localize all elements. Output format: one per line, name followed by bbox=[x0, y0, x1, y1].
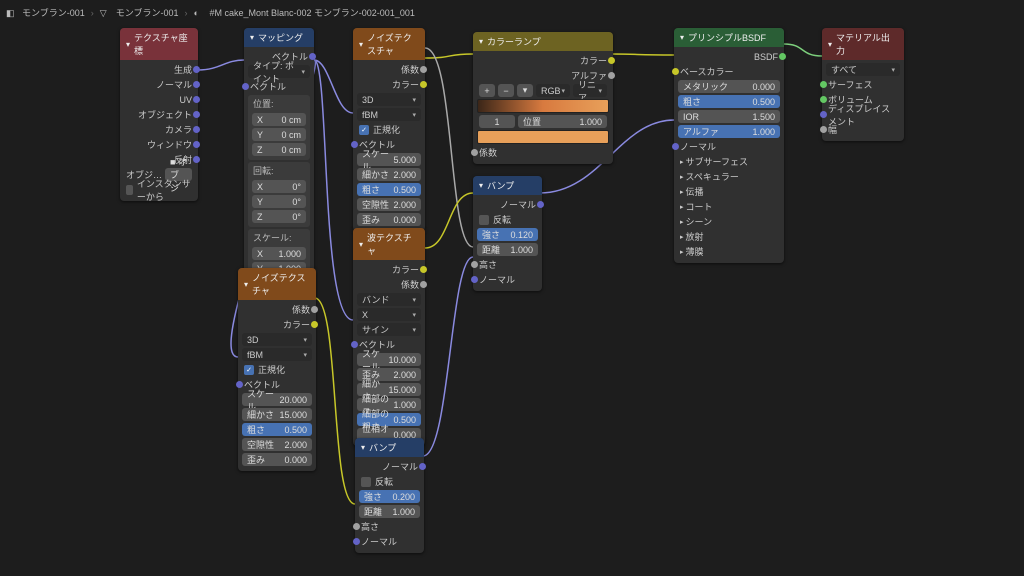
node-header[interactable]: バンプ bbox=[355, 438, 424, 457]
drop-sheen[interactable]: シーン bbox=[686, 215, 713, 228]
f-dist[interactable]: 歪み0.000 bbox=[357, 213, 421, 226]
out-vector: ベクトル bbox=[272, 50, 308, 63]
ramp-pos[interactable]: 位置1.000 bbox=[518, 115, 607, 128]
invert-checkbox[interactable] bbox=[361, 477, 371, 487]
node-header[interactable]: マッピング bbox=[244, 28, 314, 47]
node-principled-bsdf[interactable]: プリンシプルBSDF BSDF ベースカラー メタリック0.000 粗さ0.50… bbox=[674, 28, 784, 263]
node-header[interactable]: ノイズテクスチャ bbox=[353, 28, 425, 60]
node-canvas[interactable]: テクスチャ座標 生成 ノーマル UV オブジェクト カメラ ウィンドウ 反射 オ… bbox=[0, 0, 1024, 576]
node-header[interactable]: バンプ bbox=[473, 176, 542, 195]
out-normal: ノーマル bbox=[156, 78, 192, 91]
node-color-ramp[interactable]: カラーランプ カラー アルファ + − ▾ RGB リニア 1 位置1.000 … bbox=[473, 32, 613, 164]
wave-sel-1[interactable]: X bbox=[357, 308, 421, 321]
node-bump-1[interactable]: バンプ ノーマル 反転 強さ0.120 距離1.000 高さ ノーマル bbox=[473, 176, 542, 291]
node-header[interactable]: カラーランプ bbox=[473, 32, 613, 51]
out-generated: 生成 bbox=[174, 63, 192, 76]
drop-thinfilm[interactable]: 薄膜 bbox=[686, 245, 704, 258]
out-color: カラー bbox=[392, 78, 419, 91]
type-select[interactable]: fBM bbox=[357, 108, 421, 121]
node-header[interactable]: テクスチャ座標 bbox=[120, 28, 198, 60]
drop-specular[interactable]: スペキュラー bbox=[686, 170, 739, 183]
node-header[interactable]: ノイズテクスチャ bbox=[238, 268, 316, 300]
drop-subsurface[interactable]: サブサーフェス bbox=[686, 155, 748, 168]
target-select[interactable]: すべて bbox=[826, 63, 900, 76]
invert-checkbox[interactable] bbox=[479, 215, 489, 225]
node-noise-texture-2[interactable]: ノイズテクスチャ 係数 カラー 3D fBM ✓正規化 ベクトル スケール20.… bbox=[238, 268, 316, 471]
node-mapping[interactable]: マッピング ベクトル タイプ: ポイント ベクトル 位置: X0 cm Y0 c… bbox=[244, 28, 314, 299]
out-uv: UV bbox=[179, 95, 192, 105]
drop-coat[interactable]: コート bbox=[686, 200, 713, 213]
f-detail[interactable]: 細かさ2.000 bbox=[357, 168, 421, 181]
rot-y[interactable]: Y0° bbox=[252, 195, 306, 208]
node-noise-texture-1[interactable]: ノイズテクスチャ 係数 カラー 3D fBM ✓正規化 ベクトル スケール5.0… bbox=[353, 28, 425, 231]
scl-x[interactable]: X1.000 bbox=[252, 247, 306, 260]
node-material-output[interactable]: マテリアル出力 すべて サーフェス ボリューム ディスプレイスメント 幅 bbox=[822, 28, 904, 141]
out-camera: カメラ bbox=[165, 123, 192, 136]
f-scale[interactable]: スケール5.000 bbox=[357, 153, 421, 166]
ramp-interp[interactable]: リニア bbox=[573, 84, 607, 97]
drop-emission[interactable]: 放射 bbox=[686, 230, 704, 243]
rot-x[interactable]: X0° bbox=[252, 180, 306, 193]
instancer-label: インスタンサーから bbox=[137, 177, 192, 203]
normalize-checkbox[interactable]: ✓ bbox=[359, 125, 369, 135]
type-select[interactable]: fBM bbox=[242, 348, 312, 361]
node-header[interactable]: 波テクスチャ bbox=[353, 228, 425, 260]
node-header[interactable]: マテリアル出力 bbox=[822, 28, 904, 60]
ramp-add[interactable]: + bbox=[479, 84, 495, 97]
out-color: カラー bbox=[392, 263, 419, 276]
loc-y[interactable]: Y0 cm bbox=[252, 128, 306, 141]
dim-select[interactable]: 3D bbox=[242, 333, 312, 346]
node-wave-texture[interactable]: 波テクスチャ カラー 係数 バンド X サイン ベクトル スケール10.000 … bbox=[353, 228, 425, 446]
node-header[interactable]: プリンシプルBSDF bbox=[674, 28, 784, 47]
node-bump-2[interactable]: バンプ ノーマル 反転 強さ0.200 距離1.000 高さ ノーマル bbox=[355, 438, 424, 553]
normalize-checkbox[interactable]: ✓ bbox=[244, 365, 254, 375]
ramp-del[interactable]: − bbox=[498, 84, 514, 97]
loc-z[interactable]: Z0 cm bbox=[252, 143, 306, 156]
dim-select[interactable]: 3D bbox=[357, 93, 421, 106]
ramp-tools-icon[interactable]: ▾ bbox=[517, 84, 533, 97]
rot-z[interactable]: Z0° bbox=[252, 210, 306, 223]
ramp-index[interactable]: 1 bbox=[479, 115, 515, 128]
f-lac[interactable]: 空隙性2.000 bbox=[357, 198, 421, 211]
node-texture-coordinate[interactable]: テクスチャ座標 生成 ノーマル UV オブジェクト カメラ ウィンドウ 反射 オ… bbox=[120, 28, 198, 201]
in-vector: ベクトル bbox=[250, 80, 286, 93]
drop-transmission[interactable]: 伝播 bbox=[686, 185, 704, 198]
loc-x[interactable]: X0 cm bbox=[252, 113, 306, 126]
ramp-mode[interactable]: RGB bbox=[536, 84, 570, 97]
wave-sel-2[interactable]: サイン bbox=[357, 323, 421, 336]
out-fac: 係数 bbox=[401, 278, 419, 291]
ramp-swatch[interactable] bbox=[477, 130, 609, 144]
f-rough[interactable]: 粗さ0.500 bbox=[357, 183, 421, 196]
out-fac: 係数 bbox=[401, 63, 419, 76]
instancer-checkbox[interactable] bbox=[126, 185, 133, 195]
out-window: ウィンドウ bbox=[147, 138, 192, 151]
ramp-gradient[interactable] bbox=[477, 99, 609, 113]
wave-sel-0[interactable]: バンド bbox=[357, 293, 421, 306]
out-object: オブジェクト bbox=[138, 108, 192, 121]
type-select[interactable]: タイプ: ポイント bbox=[248, 65, 310, 78]
